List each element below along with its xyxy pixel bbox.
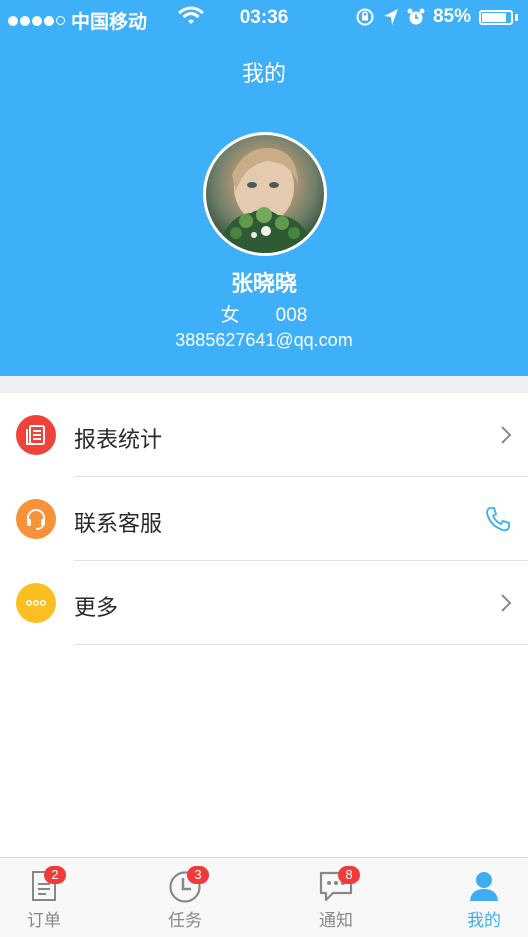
- rotation-lock-icon: [356, 8, 374, 26]
- menu-item-report[interactable]: 报表统计: [0, 393, 528, 477]
- tab-notifications[interactable]: 8 通知: [270, 858, 402, 937]
- chevron-right-icon: [501, 594, 512, 612]
- alarm-icon: [407, 8, 425, 25]
- tab-label: 通知: [319, 911, 353, 930]
- battery-level: [482, 12, 506, 22]
- avatar-photo: [216, 148, 316, 253]
- location-arrow-icon: [383, 9, 398, 25]
- user-icon: [470, 872, 498, 901]
- battery-icon: [479, 9, 513, 25]
- section-divider: [0, 376, 528, 393]
- tab-bar: 2 订单 3 任务 8 通知 我的: [0, 857, 528, 937]
- user-name: 张晓晓: [230, 271, 297, 296]
- user-id: 008: [275, 305, 308, 326]
- menu-list: 报表统计 联系客服 更多: [0, 393, 528, 645]
- tab-badge: 2: [44, 866, 66, 884]
- user-info-line: 女 008: [0, 300, 528, 327]
- headset-icon: [16, 499, 56, 539]
- status-bar: 中国移动 03:36 85%: [0, 0, 528, 36]
- avatar[interactable]: [203, 132, 327, 256]
- user-gender: 女: [220, 305, 240, 326]
- user-email: 3885627641@qq.com: [175, 330, 353, 350]
- menu-item-more[interactable]: 更多: [0, 561, 528, 645]
- profile-header: 中国移动 03:36 85% 我的 张晓晓 女 008 3885627641@q…: [0, 0, 528, 376]
- more-icon: [16, 583, 56, 623]
- tab-orders[interactable]: 2 订单: [0, 858, 110, 937]
- phone-icon[interactable]: [484, 505, 512, 533]
- tab-label: 我的: [467, 911, 501, 930]
- menu-item-customer-service[interactable]: 联系客服: [0, 477, 528, 561]
- tab-profile[interactable]: 我的: [418, 858, 528, 937]
- tab-tasks[interactable]: 3 任务: [119, 858, 251, 937]
- status-icons: 85%: [355, 6, 518, 28]
- tab-badge: 8: [338, 866, 360, 884]
- tab-label: 任务: [168, 911, 202, 930]
- tab-label: 订单: [27, 911, 61, 930]
- tab-badge: 3: [187, 866, 209, 884]
- menu-item-label: 联系客服: [74, 511, 163, 536]
- menu-item-label: 更多: [74, 595, 119, 620]
- menu-item-label: 报表统计: [74, 427, 163, 452]
- page-title: 我的: [241, 61, 286, 86]
- battery-percent: 85%: [432, 6, 471, 27]
- report-icon: [16, 415, 56, 455]
- chevron-right-icon: [501, 426, 512, 444]
